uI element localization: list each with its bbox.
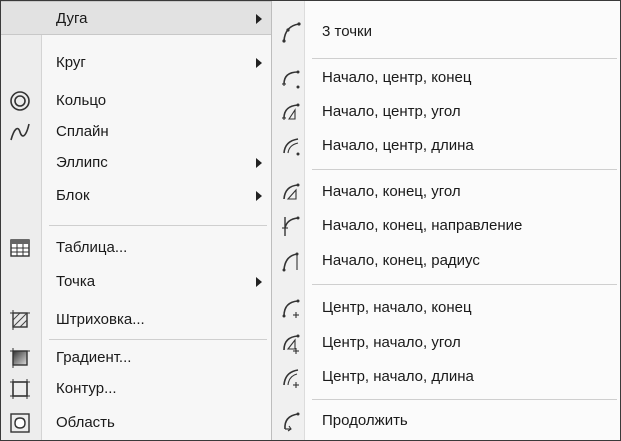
menu-item-label: Таблица... (56, 239, 128, 256)
submenu-item-continue[interactable]: Продолжить (272, 404, 620, 438)
submenu-item-label: Продолжить (322, 412, 408, 429)
menu-item-label: Штриховка... (56, 311, 145, 328)
menu-item-label: Круг (56, 54, 86, 71)
arc-start-end-radius-icon (279, 249, 303, 273)
menu-separator (49, 339, 267, 340)
draw-menu: Дуга Круг Кольцо Сплайн Эллипс Блок Табл… (1, 1, 271, 440)
submenu-item-center-start-length[interactable]: Центр, начало, длина (272, 360, 620, 394)
submenu-separator (312, 399, 617, 400)
submenu-arrow-icon (256, 14, 262, 24)
menu-item-label: Точка (56, 273, 96, 290)
submenu-arrow-icon (256, 191, 262, 201)
menu-item-label: Кольцо (56, 92, 107, 109)
menu-item-circle[interactable]: Круг (1, 46, 271, 80)
menu-item-label: Контур... (56, 380, 117, 397)
submenu-arrow-icon (256, 277, 262, 287)
submenu-item-center-start-end[interactable]: Центр, начало, конец (272, 291, 620, 325)
menu-item-table[interactable]: Таблица... (1, 231, 271, 265)
draw-menu-window: Дуга Круг Кольцо Сплайн Эллипс Блок Табл… (0, 0, 621, 441)
donut-icon (9, 90, 31, 112)
arc-start-center-end-icon (279, 66, 303, 90)
gradient-icon (9, 347, 31, 369)
arc-continue-icon (279, 409, 303, 433)
submenu-item-label: Начало, конец, угол (322, 183, 461, 200)
submenu-arrow-icon (256, 58, 262, 68)
menu-item-label: Дуга (56, 10, 88, 27)
submenu-item-start-end-direction[interactable]: Начало, конец, направление (272, 209, 620, 243)
hatch-icon (9, 309, 31, 331)
boundary-icon (9, 378, 31, 400)
menu-item-hatch[interactable]: Штриховка... (1, 303, 271, 337)
menu-item-region[interactable]: Область (1, 406, 271, 440)
menu-separator (49, 225, 267, 226)
submenu-item-label: Начало, центр, длина (322, 137, 474, 154)
arc-start-center-length-icon (279, 134, 303, 158)
arc-center-start-length-icon (279, 365, 303, 389)
menu-item-arc[interactable]: Дуга (1, 1, 271, 35)
spline-icon (9, 121, 31, 143)
submenu-separator (312, 169, 617, 170)
submenu-separator (312, 284, 617, 285)
submenu-arrow-icon (256, 158, 262, 168)
submenu-item-start-end-radius[interactable]: Начало, конец, радиус (272, 244, 620, 278)
menu-item-ellipse[interactable]: Эллипс (1, 146, 271, 180)
menu-item-boundary[interactable]: Контур... (1, 372, 271, 406)
menu-item-label: Блок (56, 187, 90, 204)
submenu-item-start-end-angle[interactable]: Начало, конец, угол (272, 175, 620, 209)
submenu-item-label: Начало, центр, конец (322, 69, 472, 86)
submenu-item-label: Центр, начало, конец (322, 299, 472, 316)
arc-submenu: 3 точки Начало, центр, конец Начало, цен… (271, 1, 620, 440)
submenu-separator (312, 58, 617, 59)
submenu-item-start-center-length[interactable]: Начало, центр, длина (272, 129, 620, 163)
menu-item-label: Сплайн (56, 123, 109, 140)
arc-start-end-direction-icon (279, 214, 303, 238)
arc-3points-icon (279, 20, 303, 44)
menu-item-point[interactable]: Точка (1, 265, 271, 299)
menu-item-label: Градиент... (56, 349, 132, 366)
submenu-item-label: Начало, центр, угол (322, 103, 461, 120)
menu-item-label: Область (56, 414, 115, 431)
arc-center-start-angle-icon (279, 331, 303, 355)
submenu-item-start-center-angle[interactable]: Начало, центр, угол (272, 95, 620, 129)
menu-item-donut[interactable]: Кольцо (1, 84, 271, 118)
submenu-item-label: Центр, начало, длина (322, 368, 474, 385)
submenu-item-label: Начало, конец, радиус (322, 252, 480, 269)
arc-start-end-angle-icon (279, 180, 303, 204)
menu-item-label: Эллипс (56, 154, 108, 171)
arc-start-center-angle-icon (279, 100, 303, 124)
submenu-item-3-points[interactable]: 3 точки (272, 15, 620, 49)
submenu-item-label: 3 точки (322, 23, 372, 40)
submenu-item-center-start-angle[interactable]: Центр, начало, угол (272, 326, 620, 360)
arc-center-start-end-icon (279, 296, 303, 320)
submenu-item-label: Начало, конец, направление (322, 217, 523, 234)
menu-item-block[interactable]: Блок (1, 179, 271, 213)
menu-item-gradient[interactable]: Градиент... (1, 341, 271, 375)
menu-item-spline[interactable]: Сплайн (1, 115, 271, 149)
table-icon (9, 237, 31, 259)
submenu-item-label: Центр, начало, угол (322, 334, 461, 351)
region-icon (9, 412, 31, 434)
submenu-item-start-center-end[interactable]: Начало, центр, конец (272, 61, 620, 95)
